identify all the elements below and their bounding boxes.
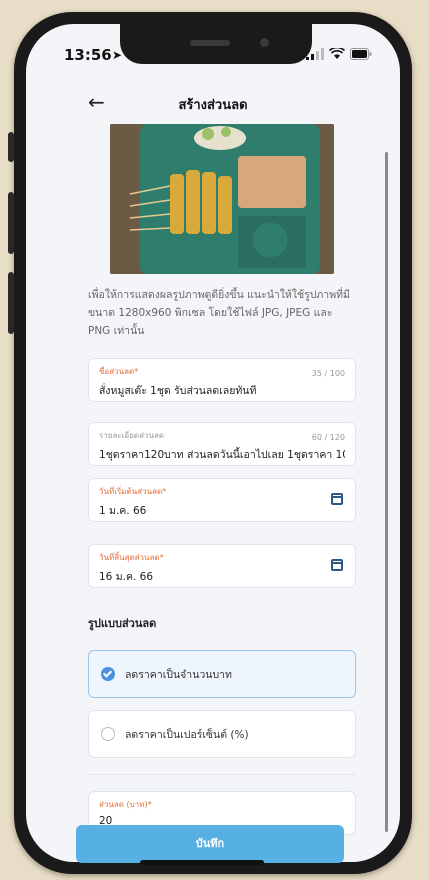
speaker [190,40,230,46]
wifi-icon [329,48,345,59]
start-date-field[interactable]: วันที่เริ่มต้นส่วนลด* 1 ม.ค. 66 [88,478,356,522]
start-date-label: วันที่เริ่มต้นส่วนลด* [99,487,167,496]
discount-type-percent-label: ลดราคาเป็นเปอร์เซ็นต์ (%) [125,728,249,741]
end-date-value: 16 ม.ค. 66 [99,571,154,583]
check-circle-icon [101,667,115,681]
discount-name-label: ชื่อส่วนลด* [99,367,139,376]
signal-icon [306,48,324,60]
discount-name-value: สั่งหมูสเต๊ะ 1ชุด รับส่วนลดเลยทันที [99,385,257,397]
volume-down-button [8,272,14,334]
form-content: เพื่อให้การแสดงผลรูปภาพดูดียิ่งขึ้น แนะน… [88,124,356,835]
status-time: 13:56 [64,46,112,64]
discount-description-label: รายละเอียดส่วนลด [99,431,165,440]
end-date-label: วันที่สิ้นสุดส่วนลด* [99,553,164,562]
status-icons [306,48,372,60]
phone-frame: 13:56 ➤ ← สร้างส่วนลด เพื่อให้การแสดงผลร… [8,12,412,874]
discount-type-baht-option[interactable]: ลดราคาเป็นจำนวนบาท [88,650,356,698]
notch [120,24,312,64]
discount-description-value: 1ชุดราคา120บาท ส่วนลดวันนี้เอาไปเลย 1ชุด… [99,449,345,461]
save-button[interactable]: บันทึก [76,825,344,863]
mute-switch [8,132,14,162]
top-app-bar: ← สร้างส่วนลด [26,84,400,122]
camera [260,38,269,47]
discount-name-field[interactable]: ชื่อส่วนลด* สั่งหมูสเต๊ะ 1ชุด รับส่วนลดเ… [88,358,356,402]
screen: 13:56 ➤ ← สร้างส่วนลด เพื่อให้การแสดงผลร… [26,24,400,862]
scrollbar[interactable] [385,152,388,832]
discount-image[interactable] [110,124,334,274]
discount-amount-label: ส่วนลด (บาท)* [99,800,152,809]
satay-photo [110,124,334,274]
discount-type-title: รูปแบบส่วนลด [88,617,157,630]
battery-icon [350,48,372,60]
start-date-value: 1 ม.ค. 66 [99,505,147,517]
divider [88,774,356,775]
discount-type-baht-label: ลดราคาเป็นจำนวนบาท [125,668,232,681]
end-date-field[interactable]: วันที่สิ้นสุดส่วนลด* 16 ม.ค. 66 [88,544,356,588]
home-indicator[interactable] [140,860,264,865]
discount-description-count: 60 / 120 [311,433,345,442]
discount-description-field[interactable]: รายละเอียดส่วนลด 1ชุดราคา120บาท ส่วนลดวั… [88,422,356,466]
calendar-icon[interactable] [331,493,343,505]
discount-name-count: 35 / 100 [311,369,345,378]
volume-up-button [8,192,14,254]
calendar-icon[interactable] [331,559,343,571]
status-bar: 13:56 ➤ [26,24,400,84]
discount-type-percent-option[interactable]: ลดราคาเป็นเปอร์เซ็นต์ (%) [88,710,356,758]
radio-empty-icon [101,727,115,741]
image-size-hint: เพื่อให้การแสดงผลรูปภาพดูดียิ่งขึ้น แนะน… [88,289,350,337]
page-title: สร้างส่วนลด [178,98,248,113]
